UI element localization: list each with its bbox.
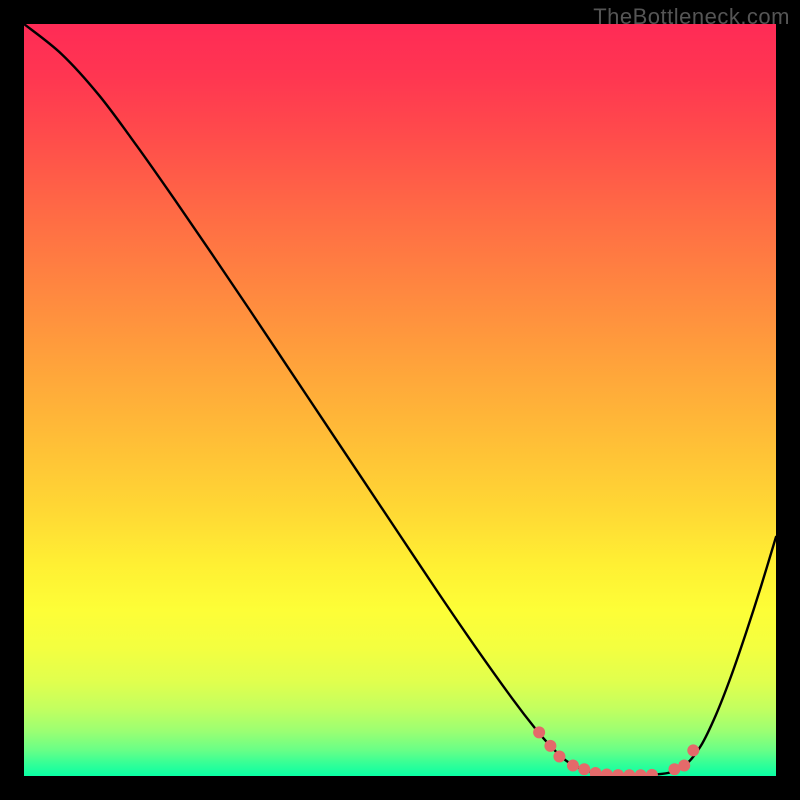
marker-dot (567, 759, 579, 771)
chart-container: TheBottleneck.com (0, 0, 800, 800)
marker-dot (544, 740, 556, 752)
chart-plot (24, 24, 776, 776)
marker-dot (553, 750, 565, 762)
marker-dot (678, 759, 690, 771)
marker-dot (687, 744, 699, 756)
marker-dot (578, 763, 590, 775)
gradient-background (24, 24, 776, 776)
marker-dot (533, 726, 545, 738)
